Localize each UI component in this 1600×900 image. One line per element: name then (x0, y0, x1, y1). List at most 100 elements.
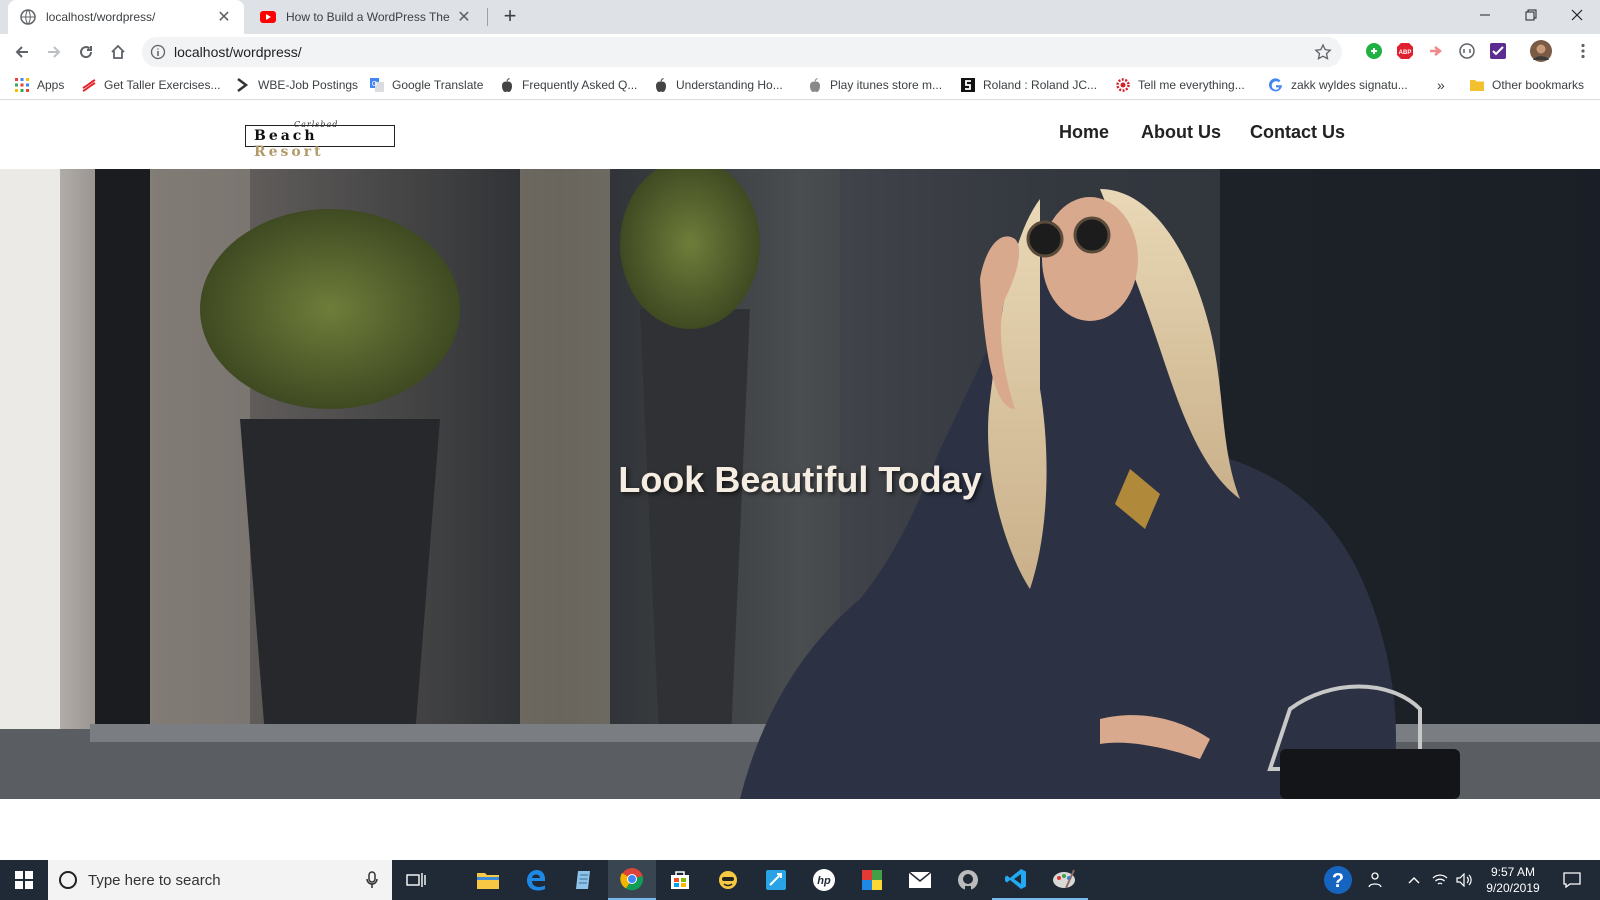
show-hidden-icons-button[interactable] (1402, 860, 1426, 900)
google-translate-icon: G (370, 78, 384, 92)
taskbar-chrome[interactable] (608, 860, 656, 900)
chevron-up-icon (1408, 877, 1420, 884)
help-button[interactable]: ? (1314, 860, 1362, 900)
taskbar-app-emoji[interactable] (704, 860, 752, 900)
wbe-icon (237, 78, 249, 92)
bookmark-roland[interactable]: Roland : Roland JC... (961, 76, 1097, 94)
extension-check-icon[interactable] (1489, 42, 1507, 60)
close-window-button[interactable] (1554, 0, 1600, 30)
taskbar-file-explorer[interactable] (464, 860, 512, 900)
restore-icon (1525, 9, 1537, 21)
avatar[interactable] (1530, 40, 1552, 62)
taskbar-clock[interactable]: 9:57 AM 9/20/2019 (1478, 864, 1548, 896)
minimize-button[interactable] (1462, 0, 1508, 30)
bookmark-zakk-wylde[interactable]: zakk wyldes signatu... (1269, 76, 1408, 94)
people-icon (1368, 872, 1382, 888)
bookmark-tell-me-everything[interactable]: Tell me everything... (1116, 76, 1245, 94)
bookmark-other-bookmarks[interactable]: Other bookmarks (1470, 76, 1584, 94)
url-text[interactable]: localhost/wordpress/ (174, 44, 302, 60)
search-placeholder: Type here to search (88, 872, 221, 889)
bookmark-label: Tell me everything... (1138, 78, 1245, 92)
logo-word-beach: Beach (254, 128, 318, 144)
taskbar-github[interactable] (944, 860, 992, 900)
action-center-button[interactable] (1550, 860, 1594, 900)
extension-green-icon[interactable] (1365, 42, 1383, 60)
tab-close-icon[interactable]: ✕ (456, 7, 472, 27)
taskbar-app-blue[interactable] (752, 860, 800, 900)
tab-close-icon[interactable]: ✕ (216, 7, 232, 27)
taskbar-store[interactable] (656, 860, 704, 900)
task-view-button[interactable] (392, 860, 440, 900)
photo-app-icon (862, 870, 882, 890)
bookmark-label: Google Translate (392, 78, 484, 92)
bookmark-label: Play itunes store m... (830, 78, 943, 92)
site-logo[interactable]: Carlsbad Beach Resort (245, 120, 395, 160)
address-bar[interactable]: localhost/wordpress/ (142, 37, 1342, 67)
hero-banner: Look Beautiful Today (0, 169, 1600, 799)
hp-icon: hp (813, 869, 835, 891)
taskbar-paint[interactable] (1040, 860, 1088, 900)
bookmark-label: Understanding Ho... (676, 78, 783, 92)
search-circle-icon (59, 871, 77, 889)
tab-wordpress-theme[interactable]: How to Build a WordPress Theme ✕ (248, 0, 484, 34)
taskbar-photo-app[interactable] (848, 860, 896, 900)
bookmark-star-icon[interactable] (1314, 43, 1332, 61)
tab-localhost[interactable]: localhost/wordpress/ ✕ (8, 0, 244, 34)
volume-button[interactable] (1452, 860, 1476, 900)
get-taller-icon (82, 79, 96, 92)
bookmark-wbe-job-postings[interactable]: WBE-Job Postings (236, 76, 358, 94)
taskbar-vscode[interactable] (992, 860, 1040, 900)
taskbar-edge[interactable] (512, 860, 560, 900)
logo-word-resort: Resort (254, 144, 324, 160)
bookmark-label: Apps (37, 78, 65, 92)
taskbar-notepad[interactable] (560, 860, 608, 900)
arrow-right-icon (48, 46, 61, 58)
bookmark-play-itunes[interactable]: Play itunes store m... (808, 76, 942, 94)
youtube-icon (260, 11, 276, 23)
taskbar-mail[interactable] (896, 860, 944, 900)
forward-button[interactable] (42, 40, 66, 64)
notification-icon (1563, 872, 1581, 888)
roland-icon (961, 78, 975, 92)
close-icon (1571, 9, 1583, 21)
home-button[interactable] (106, 40, 130, 64)
info-icon[interactable] (150, 44, 166, 60)
restore-button[interactable] (1508, 0, 1554, 30)
bookmark-label: Frequently Asked Q... (522, 78, 638, 92)
nav-about-us[interactable]: About Us (1141, 122, 1221, 143)
nav-contact-us[interactable]: Contact Us (1250, 122, 1345, 143)
bookmark-label: zakk wyldes signatu... (1291, 78, 1408, 92)
taskbar-hp[interactable]: hp (800, 860, 848, 900)
folder-icon (1470, 80, 1484, 91)
menu-dots-icon[interactable] (1574, 42, 1592, 60)
gear-red-icon (1116, 78, 1130, 92)
bookmark-get-taller[interactable]: Get Taller Exercises... (82, 76, 220, 94)
bookmark-google-translate[interactable]: G Google Translate (370, 76, 483, 94)
new-tab-button[interactable]: + (498, 5, 522, 29)
extension-share-icon[interactable] (1427, 42, 1445, 60)
google-icon (1269, 78, 1282, 92)
logo-title: Beach Resort (254, 128, 394, 160)
people-button[interactable] (1362, 860, 1392, 900)
bookmark-apps[interactable]: Apps (15, 76, 64, 94)
folder-icon (477, 873, 499, 889)
start-button[interactable] (0, 860, 48, 900)
extension-circle-icon[interactable] (1458, 42, 1476, 60)
back-button[interactable] (10, 40, 34, 64)
apple-icon (810, 78, 820, 92)
microphone-icon[interactable] (366, 871, 378, 889)
reload-button[interactable] (74, 40, 98, 64)
bookmarks-overflow-button[interactable]: » (1437, 76, 1445, 94)
adblock-icon[interactable]: ABP (1396, 42, 1414, 60)
bookmarks-bar: Apps Get Taller Exercises... WBE-Job Pos… (0, 70, 1600, 100)
bookmark-label: WBE-Job Postings (258, 78, 359, 92)
wifi-button[interactable] (1428, 860, 1452, 900)
bookmark-frequently-asked[interactable]: Frequently Asked Q... (500, 76, 637, 94)
vscode-icon (1005, 869, 1026, 889)
svg-text:?: ? (1332, 870, 1344, 892)
svg-text:hp: hp (817, 875, 831, 887)
nav-home[interactable]: Home (1059, 122, 1109, 143)
bookmark-understanding[interactable]: Understanding Ho... (654, 76, 783, 94)
taskbar-search-box[interactable]: Type here to search (48, 860, 392, 900)
help-question-icon: ? (1324, 866, 1352, 894)
